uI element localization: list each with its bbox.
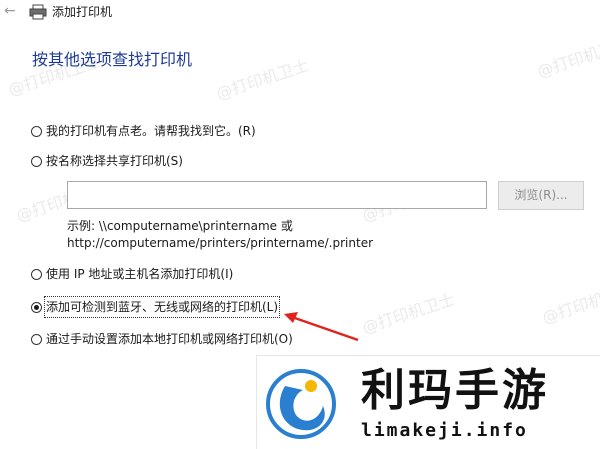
- title-bar: ← 添加打印机: [0, 0, 600, 24]
- printer-icon: [29, 4, 47, 20]
- example-text-line2: http://computername/printers/printername…: [67, 236, 374, 250]
- browse-button[interactable]: 浏览(R)...: [498, 181, 584, 210]
- brand-logo-box: 利玛手游 limakeji.info: [256, 355, 600, 449]
- radio-ip-hostname[interactable]: [31, 268, 42, 280]
- option-label: 通过手动设置添加本地打印机或网络打印机(O): [46, 332, 293, 346]
- back-arrow-icon[interactable]: ←: [4, 1, 16, 21]
- example-text-line1: 示例: \\computername\printername 或: [67, 219, 293, 233]
- window-title: 添加打印机: [52, 5, 113, 19]
- option-label: 我的打印机有点老。请帮我找到它。(R): [46, 124, 256, 138]
- option-shared-printer-by-name[interactable]: 按名称选择共享打印机(S): [31, 152, 183, 170]
- option-bluetooth-wireless-network[interactable]: 添加可检测到蓝牙、无线或网络的打印机(L): [31, 296, 281, 318]
- radio-old-printer[interactable]: [31, 125, 42, 137]
- option-label: 添加可检测到蓝牙、无线或网络的打印机(L): [43, 296, 281, 318]
- brand-logo-icon: [266, 369, 336, 439]
- watermark-text: @打印机卫士: [534, 33, 600, 82]
- watermark-text: @打印机卫士: [539, 279, 600, 328]
- radio-manual-local-network[interactable]: [31, 333, 42, 345]
- watermark-text: @打印机卫士: [359, 289, 458, 338]
- page-heading: 按其他选项查找打印机: [32, 50, 193, 69]
- watermark-text: @打印机卫士: [213, 55, 312, 104]
- option-label: 按名称选择共享打印机(S): [46, 154, 183, 168]
- option-manual-local-network[interactable]: 通过手动设置添加本地打印机或网络打印机(O): [31, 330, 293, 348]
- option-label: 使用 IP 地址或主机名添加打印机(I): [46, 267, 234, 281]
- radio-shared-printer[interactable]: [31, 155, 42, 167]
- option-old-printer[interactable]: 我的打印机有点老。请帮我找到它。(R): [31, 122, 256, 140]
- option-ip-hostname[interactable]: 使用 IP 地址或主机名添加打印机(I): [31, 265, 233, 283]
- shared-printer-name-input[interactable]: [67, 181, 487, 209]
- radio-bluetooth-wireless-network[interactable]: [31, 301, 42, 313]
- brand-url: limakeji.info: [361, 420, 528, 441]
- brand-name: 利玛手游: [361, 365, 549, 416]
